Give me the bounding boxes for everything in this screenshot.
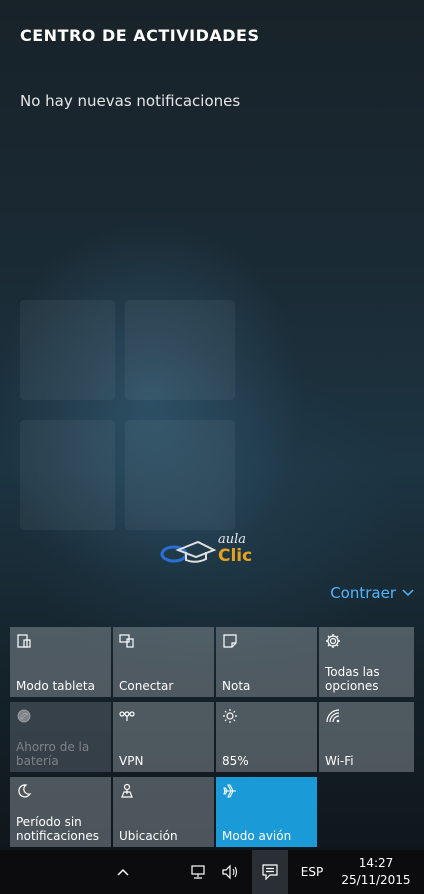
quick-action-label: Modo avión [222,829,292,843]
network-icon [191,865,205,879]
show-hidden-icons-button[interactable] [108,850,138,894]
quick-action-vpn[interactable]: VPN [113,702,214,772]
quick-action-label: Nota [222,679,251,693]
quick-action-note[interactable]: Nota [216,627,317,697]
graduation-cap-icon [160,540,217,563]
watermark-small-text: aula [218,532,247,547]
note-icon [223,634,237,648]
quick-action-quiet-hours[interactable]: Período sin notificaciones [10,777,111,847]
chevron-down-icon [402,589,414,597]
taskbar: ESP 14:27 25/11/2015 [0,850,424,894]
wallpaper-shape [20,300,115,400]
wifi-icon [326,709,340,723]
action-center-title: CENTRO DE ACTIVIDADES [20,26,260,45]
action-center-button[interactable] [252,850,288,894]
quick-action-all-settings[interactable]: Todas las opciones [319,627,414,697]
clock-button[interactable]: 14:27 25/11/2015 [332,855,420,893]
quick-action-airplane-mode[interactable]: Modo avión [216,777,317,847]
wallpaper-shape [125,300,235,400]
quick-action-label: Todas las opciones [325,665,380,693]
notifications-icon [262,864,278,880]
no-notifications-message: No hay nuevas notificaciones [20,92,241,110]
input-language-button[interactable]: ESP [296,850,328,894]
quick-action-tablet-mode[interactable]: Modo tableta [10,627,111,697]
brightness-icon [223,709,237,723]
quiet-hours-moon-icon [18,784,32,798]
volume-button[interactable] [216,850,244,894]
quick-action-label: Modo tableta [16,679,95,693]
quick-action-label: 85% [222,754,249,768]
tablet-mode-icon [17,634,31,648]
quick-action-wifi[interactable]: Wi-Fi [319,702,414,772]
network-button[interactable] [184,850,212,894]
quick-action-location[interactable]: Ubicación [113,777,214,847]
quick-actions-grid: Modo tableta Conectar Nota Todas las opc… [10,627,414,849]
quick-action-label: Período sin notificaciones [16,815,100,843]
vpn-icon [119,711,135,721]
wallpaper-shape [20,420,115,530]
location-icon [121,783,133,798]
airplane-icon [223,784,236,798]
clock-date: 25/11/2015 [341,873,411,887]
settings-gear-icon [326,634,340,648]
screen: CENTRO DE ACTIVIDADES No hay nuevas noti… [0,0,424,894]
quick-action-label: Ahorro de la batería [16,740,90,768]
collapse-button[interactable]: Contraer [330,584,414,602]
aulaclic-watermark: aula Clic [158,532,268,572]
quick-action-label: Conectar [119,679,174,693]
watermark-big-text: Clic [218,546,253,566]
quick-action-battery-saver[interactable]: Ahorro de la batería [10,702,111,772]
chevron-up-icon [117,868,129,876]
battery-saver-icon [17,709,31,723]
quick-action-label: VPN [119,754,144,768]
quick-action-brightness[interactable]: 85% [216,702,317,772]
action-center-panel: CENTRO DE ACTIVIDADES No hay nuevas noti… [0,0,424,850]
connect-icon [119,634,134,648]
quick-action-label: Ubicación [119,829,178,843]
collapse-label: Contraer [330,584,396,602]
speaker-icon [222,864,238,880]
wallpaper-shape [125,420,235,530]
quick-action-connect[interactable]: Conectar [113,627,214,697]
quick-action-label: Wi-Fi [325,754,354,768]
clock-time: 14:27 [358,856,394,870]
